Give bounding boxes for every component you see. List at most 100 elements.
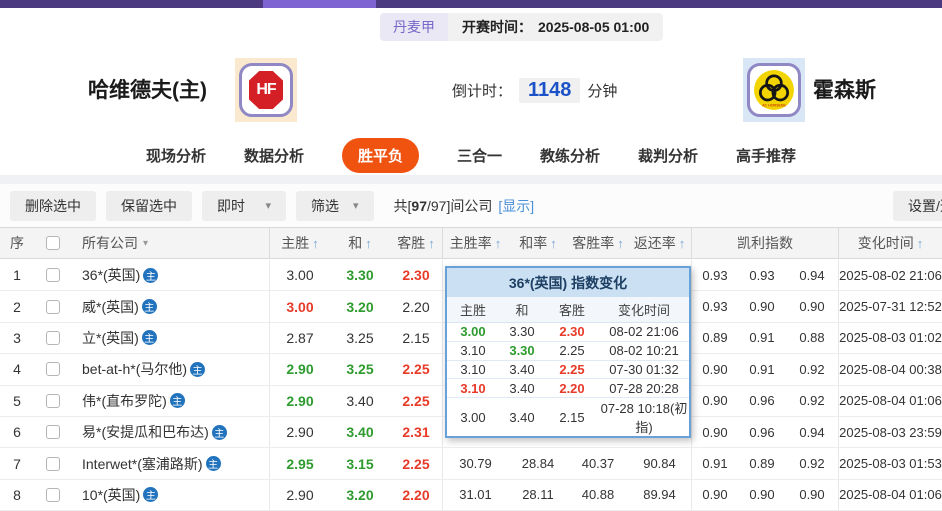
away-odds-cell[interactable]: 2.25: [390, 448, 443, 479]
kelly-cell: 0.90: [702, 487, 728, 503]
draw-odds-cell[interactable]: 3.30: [330, 260, 390, 290]
company-cell[interactable]: Interwet*(塞浦路斯) 主: [72, 448, 270, 479]
company-name: 伟*(直布罗陀): [82, 392, 167, 409]
popup-draw-odds: 3.40: [509, 361, 535, 377]
draw-odds-cell[interactable]: 3.25: [330, 323, 390, 353]
row-checkbox[interactable]: [46, 393, 60, 408]
countdown: 倒计时： 1148 分钟: [452, 78, 617, 103]
away-odds-cell[interactable]: 2.15: [390, 322, 443, 354]
row-checkbox[interactable]: [46, 456, 60, 471]
row-checkbox[interactable]: [46, 425, 60, 440]
kelly-cell: 0.93: [702, 299, 728, 315]
company-cell[interactable]: 伟*(直布罗陀) 主: [72, 385, 270, 416]
popup-draw-odds: 3.30: [509, 324, 535, 340]
kelly-cell: 0.93: [749, 267, 775, 283]
company-cell[interactable]: 威*(英国) 主: [72, 291, 270, 322]
home-badge-icon: 主: [190, 361, 206, 377]
home-rate-cell: 31.01: [459, 487, 492, 503]
tab-coach-analysis[interactable]: 教练分析: [540, 145, 600, 166]
company-cell[interactable]: 10*(英国) 主: [72, 479, 270, 511]
odds-change-popup: 36*(英国) 指数变化 主胜 和 客胜 变化时间 3.00 3.30 2.30 08…: [445, 266, 691, 438]
company-cell[interactable]: bet-at-h*(马尔他) 主: [72, 354, 270, 385]
home-odds-cell[interactable]: 2.90: [270, 480, 330, 510]
away-odds-cell[interactable]: 2.20: [390, 479, 443, 511]
draw-odds-cell[interactable]: 3.40: [330, 417, 390, 447]
countdown-label: 倒计时：: [452, 83, 513, 100]
home-odds-cell[interactable]: 2.87: [270, 323, 330, 353]
draw-odds-cell[interactable]: 3.20: [330, 480, 390, 510]
row-checkbox[interactable]: [46, 299, 60, 314]
header-kelly: 凯利指数: [692, 228, 839, 258]
away-odds-cell[interactable]: 2.25: [390, 385, 443, 416]
header-away-rate-sort[interactable]: 客胜率 ↑: [568, 228, 628, 258]
home-odds-cell[interactable]: 2.90: [270, 354, 330, 384]
time-filter-dropdown[interactable]: 即时 ▾: [202, 190, 286, 221]
row-seq: 7: [13, 455, 21, 472]
tab-three-in-one[interactable]: 三合一: [457, 145, 502, 166]
home-odds-cell[interactable]: 3.00: [270, 291, 330, 321]
draw-odds-cell[interactable]: 3.40: [330, 386, 390, 416]
time-filter-value: 即时: [217, 197, 245, 214]
row-checkbox[interactable]: [46, 362, 60, 377]
away-odds-cell[interactable]: 2.25: [390, 354, 443, 385]
row-checkbox-cell: [34, 448, 72, 478]
header-away-win-sort[interactable]: 客胜 ↑: [390, 228, 443, 258]
header-checkbox-cell: [34, 228, 72, 258]
home-odds-cell[interactable]: 3.00: [270, 260, 330, 290]
header-home-win-sort[interactable]: 主胜 ↑: [270, 228, 330, 258]
settings-button[interactable]: 设置/选择: [893, 191, 942, 221]
filter-dropdown[interactable]: 筛选 ▾: [296, 190, 374, 221]
home-odds-cell[interactable]: 2.95: [270, 448, 330, 478]
kelly-cell: 0.90: [702, 361, 728, 377]
delete-selected-button[interactable]: 删除选中: [10, 190, 96, 221]
popup-draw-odds: 3.30: [509, 343, 535, 359]
company-cell[interactable]: 36*(英国) 主: [72, 260, 270, 291]
show-link[interactable]: [显示]: [498, 198, 534, 214]
draw-odds-cell[interactable]: 3.20: [330, 291, 390, 321]
tab-live-analysis[interactable]: 现场分析: [146, 145, 206, 166]
draw-odds-cell[interactable]: 3.25: [330, 354, 390, 384]
kelly-cell: 0.94: [786, 260, 839, 291]
home-odds-cell[interactable]: 2.90: [270, 386, 330, 416]
select-all-checkbox[interactable]: [46, 236, 60, 250]
header-company[interactable]: 所有公司 ▾: [72, 228, 270, 258]
row-checkbox[interactable]: [46, 330, 60, 345]
home-odds-cell[interactable]: 2.90: [270, 417, 330, 447]
row-checkbox-cell: [34, 417, 72, 447]
company-name: Interwet*(塞浦路斯): [82, 455, 203, 472]
countdown-unit: 分钟: [587, 83, 618, 100]
tab-win-draw-lose[interactable]: 胜平负: [341, 137, 419, 173]
kelly-cell: 0.96: [749, 393, 775, 409]
keep-selected-button[interactable]: 保留选中: [106, 190, 192, 221]
tab-data-analysis[interactable]: 数据分析: [244, 145, 304, 166]
away-odds-cell[interactable]: 2.20: [390, 291, 443, 322]
change-time-cell: 2025-08-03 01:53: [839, 456, 942, 472]
header-return-rate-sort[interactable]: 返还率 ↑: [628, 228, 692, 258]
kelly-cell: 0.89: [702, 330, 728, 346]
company-cell[interactable]: 立*(英国) 主: [72, 322, 270, 354]
row-checkbox-cell: [34, 480, 72, 510]
header-home-rate-sort[interactable]: 主胜率 ↑: [443, 228, 508, 258]
popup-home-odds: 3.10: [460, 361, 486, 377]
kickoff-label: 开赛时间：: [462, 19, 532, 35]
company-cell[interactable]: 易*(安提瓜和巴布达) 主: [72, 416, 270, 448]
away-odds-cell[interactable]: 2.30: [390, 260, 443, 291]
row-checkbox[interactable]: [46, 487, 60, 502]
top-scrollbar-thumb[interactable]: [263, 0, 376, 8]
odds-comparison-page: 丹麦甲 开赛时间： 2025-08-05 01:00 哈维德夫(主) HF 倒计…: [0, 0, 942, 511]
popup-home-odds: 3.00: [460, 409, 486, 425]
header-draw-sort[interactable]: 和 ↑: [330, 228, 390, 258]
popup-odds-row: 3.00 3.30 2.30 08-02 21:06: [447, 323, 689, 342]
popup-header-time: 变化时间: [617, 303, 670, 318]
tab-referee-analysis[interactable]: 裁判分析: [638, 145, 698, 166]
row-seq: 3: [13, 329, 21, 346]
draw-rate-cell: 28.11: [522, 487, 554, 503]
tab-expert-recommend[interactable]: 高手推荐: [736, 145, 796, 166]
header-draw-rate-sort[interactable]: 和率 ↑: [508, 228, 568, 258]
row-checkbox-cell: [34, 386, 72, 416]
row-checkbox[interactable]: [46, 268, 60, 283]
toolbar: 删除选中 保留选中 即时 ▾ 筛选 ▾ 共[97/97]间公司[显示] 设置/选…: [0, 184, 942, 227]
header-change-time-sort[interactable]: 变化时间 ↑: [839, 228, 942, 258]
away-odds-cell[interactable]: 2.31: [390, 416, 443, 448]
draw-odds-cell[interactable]: 3.15: [330, 448, 390, 478]
